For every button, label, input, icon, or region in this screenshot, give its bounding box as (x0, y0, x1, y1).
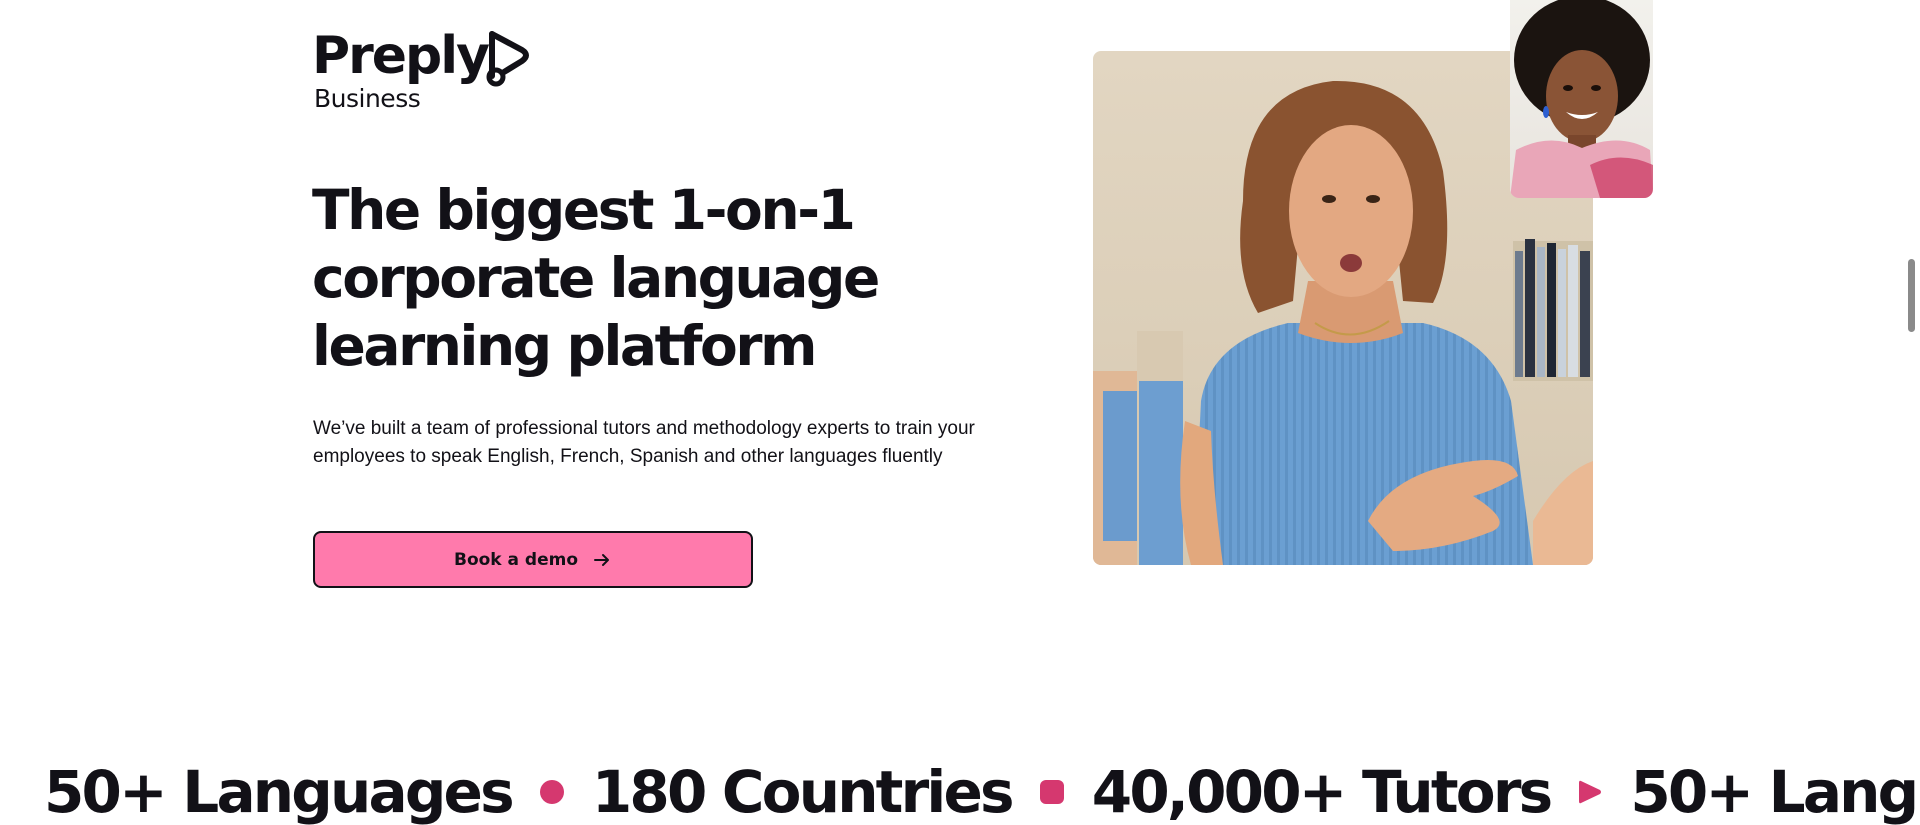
preply-business-logo[interactable]: Preply Business (312, 26, 529, 113)
logo-subtitle: Business (314, 84, 421, 113)
book-demo-button[interactable]: Book a demo (313, 531, 753, 588)
preply-logo-mark-icon (486, 31, 529, 87)
page: Preply Business The biggest 1-on-1 corpo… (0, 0, 1920, 825)
stats-ticker: 50+ Languages 180 Countries 40,000+ Tuto… (44, 752, 1920, 825)
stat-tutors: 40,000+ Tutors (1091, 758, 1553, 825)
page-scrollbar-thumb[interactable] (1908, 259, 1915, 332)
circle-icon (539, 780, 564, 804)
book-demo-label: Book a demo (453, 549, 579, 570)
arrow-right-icon (594, 553, 610, 566)
stat-languages-repeat: 50+ Languages (1630, 758, 1920, 825)
play-triangle-icon (1579, 780, 1602, 804)
logo-wordmark: Preply (312, 26, 490, 86)
hero-headline: The biggest 1-on-1 corporate language le… (312, 178, 880, 378)
student-video-photo (1510, 0, 1653, 198)
hero-description: We’ve built a team of professional tutor… (313, 418, 975, 467)
stat-countries: 180 Countries (591, 758, 1015, 825)
rounded-square-icon (1039, 780, 1064, 804)
stat-languages: 50+ Languages (44, 758, 515, 825)
